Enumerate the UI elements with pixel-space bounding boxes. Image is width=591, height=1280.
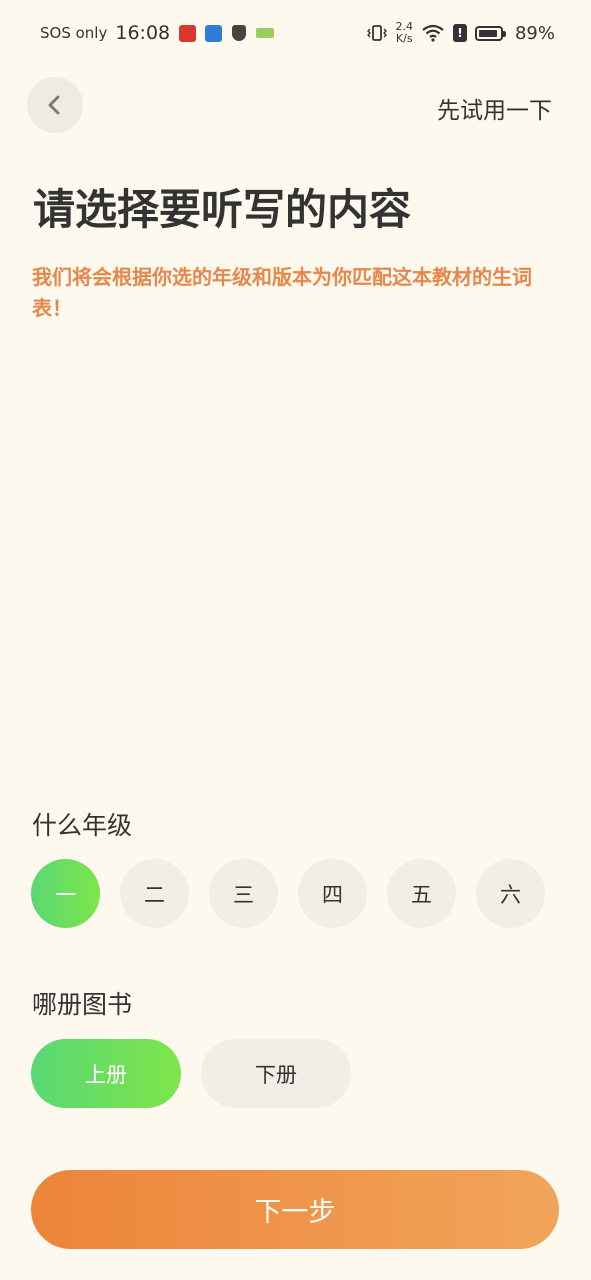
battery-percent: 89% bbox=[514, 22, 555, 44]
grade-option-6[interactable]: 六 bbox=[476, 859, 545, 928]
grade-option-2[interactable]: 二 bbox=[120, 859, 189, 928]
next-step-button[interactable]: 下一步 bbox=[31, 1170, 559, 1249]
status-right: 2.4 K/s ! 89% bbox=[367, 19, 555, 47]
vibrate-icon bbox=[367, 25, 388, 41]
grade-selector: 一 二 三 四 五 六 bbox=[31, 859, 545, 928]
volume-section-label: 哪册图书 bbox=[32, 990, 133, 1019]
try-first-button[interactable]: 先试用一下 bbox=[437, 91, 552, 125]
alert-icon: ! bbox=[452, 24, 467, 42]
status-left: SOS only 16:08 bbox=[40, 20, 275, 46]
network-speed: 2.4 K/s bbox=[395, 21, 413, 45]
grade-option-1[interactable]: 一 bbox=[31, 859, 100, 928]
back-button[interactable] bbox=[27, 77, 83, 133]
app-red-icon bbox=[179, 24, 197, 42]
volume-option-first[interactable]: 上册 bbox=[31, 1039, 181, 1108]
carrier-text: SOS only bbox=[40, 24, 108, 42]
clock-time: 16:08 bbox=[115, 22, 171, 44]
page-subtitle: 我们将会根据你选的年级和版本为你匹配这本教材的生词表！ bbox=[32, 265, 532, 320]
wifi-icon bbox=[422, 24, 444, 42]
status-bar: SOS only 16:08 2.4 K/s ! 89% bbox=[0, 0, 591, 66]
grade-option-5[interactable]: 五 bbox=[387, 859, 456, 928]
battery-fill bbox=[478, 29, 497, 37]
grade-option-3[interactable]: 三 bbox=[209, 859, 278, 928]
grade-section-label: 什么年级 bbox=[32, 811, 133, 840]
chevron-left-icon bbox=[48, 95, 60, 115]
app-blue-icon bbox=[205, 24, 223, 42]
app-green-icon bbox=[256, 28, 275, 38]
volume-selector: 上册 下册 bbox=[31, 1039, 351, 1108]
grade-option-4[interactable]: 四 bbox=[298, 859, 367, 928]
shield-icon bbox=[232, 25, 247, 41]
volume-option-second[interactable]: 下册 bbox=[201, 1039, 351, 1108]
battery-icon bbox=[474, 25, 506, 41]
net-speed-unit: K/s bbox=[395, 32, 413, 45]
page-title: 请选择要听写的内容 bbox=[33, 185, 412, 234]
